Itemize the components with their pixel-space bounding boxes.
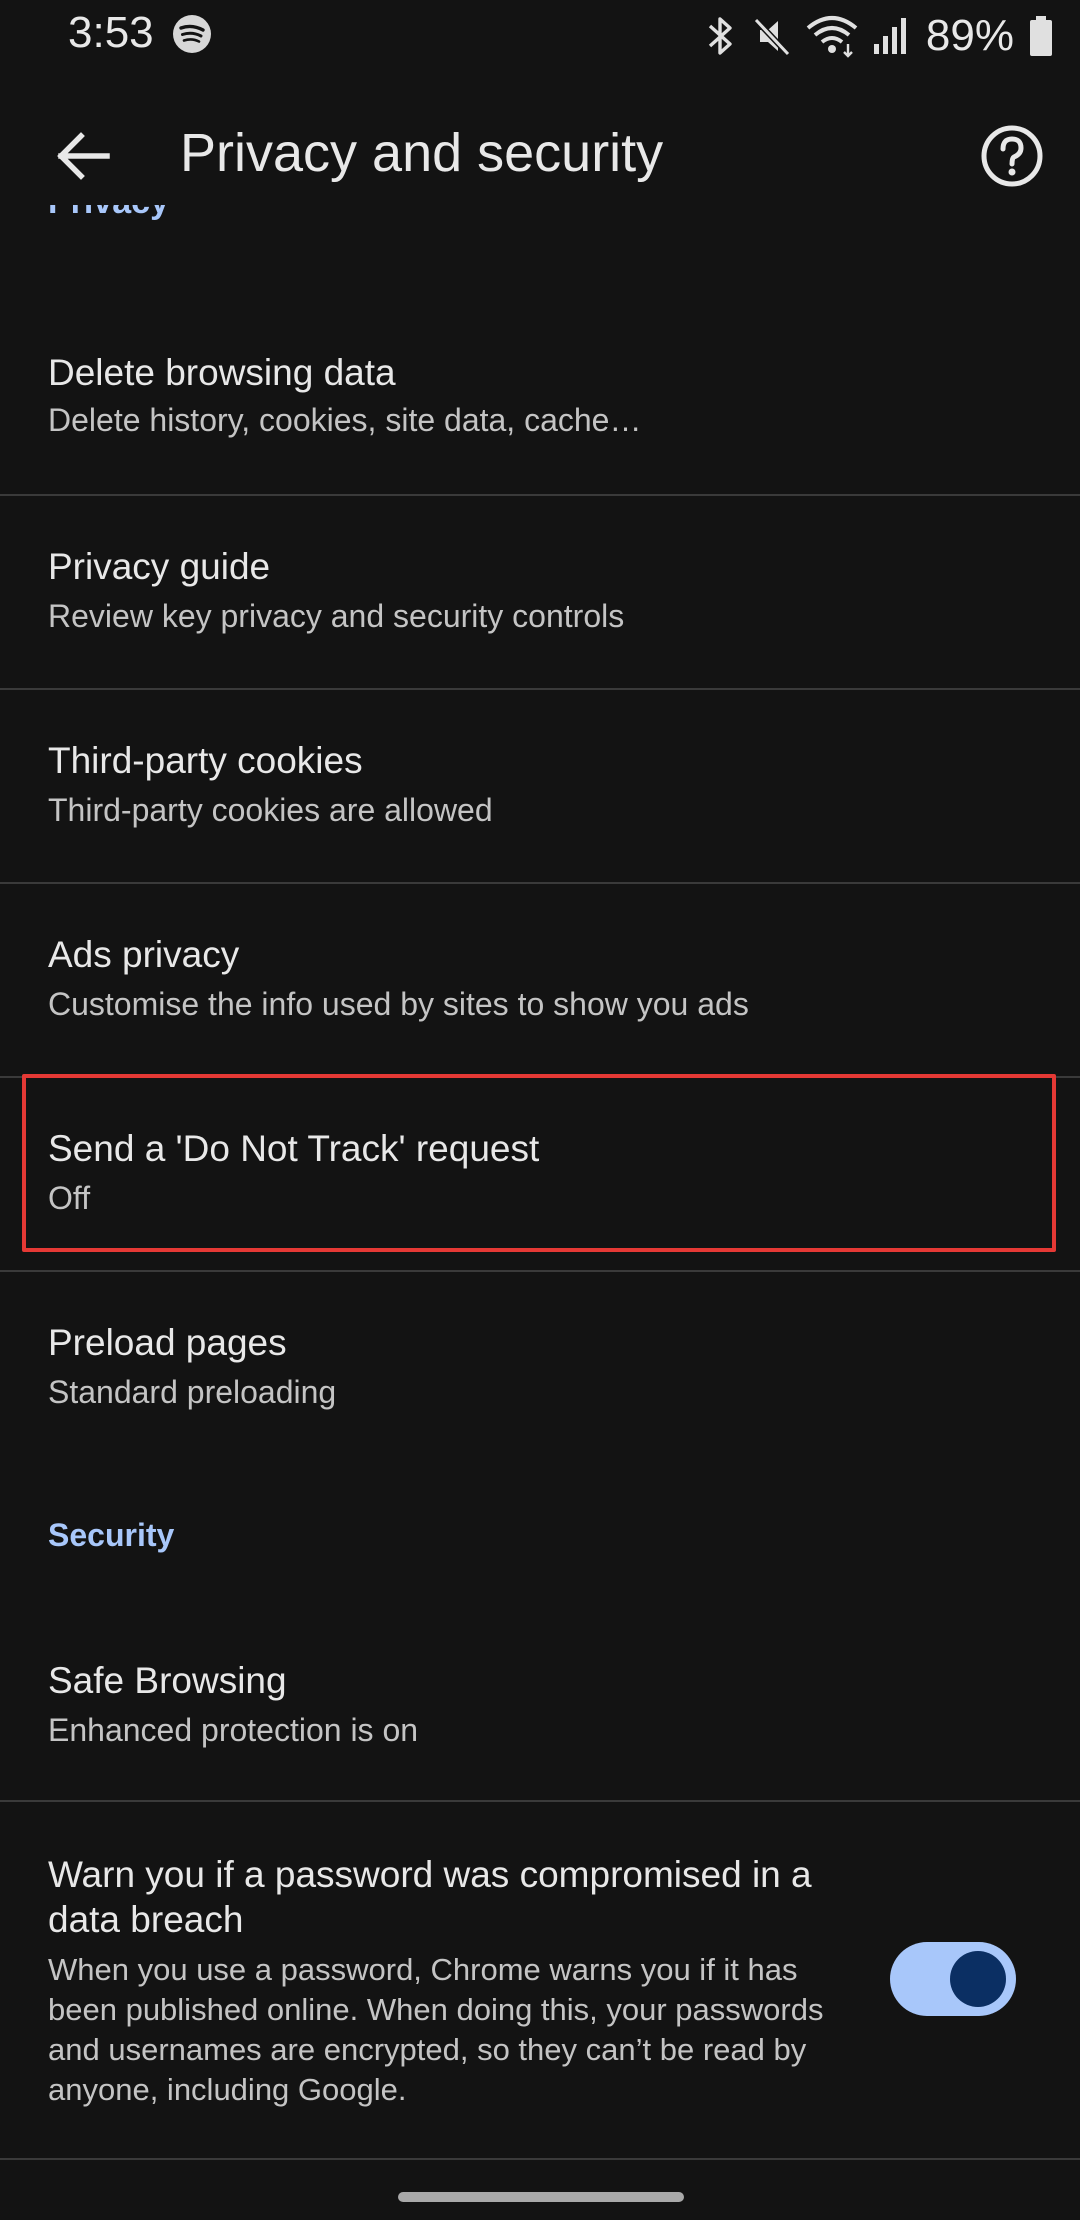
preload-pages-item[interactable]: Preload pages Standard preloading xyxy=(0,1272,1080,1464)
app-bar: Privacy and security xyxy=(0,100,1080,210)
item-subtitle: Review key privacy and security controls xyxy=(48,598,625,634)
signal-icon xyxy=(873,18,906,54)
password-warning-description: When you use a password, Chrome warns yo… xyxy=(48,1952,824,2107)
battery-icon xyxy=(1030,16,1052,56)
home-indicator[interactable] xyxy=(398,2192,684,2202)
security-section-header: Security xyxy=(48,1517,175,1553)
divider xyxy=(0,2158,1080,2160)
item-subtitle: Third-party cookies are allowed xyxy=(48,792,493,828)
status-time: 3:53 xyxy=(68,8,154,57)
back-button[interactable] xyxy=(38,120,128,192)
password-warning-title: Warn you if a password was compromised i… xyxy=(48,1854,812,1940)
wifi-icon xyxy=(806,16,858,58)
item-title: Delete browsing data xyxy=(48,352,396,393)
privacy-guide-item[interactable]: Privacy guide Review key privacy and sec… xyxy=(0,496,1080,688)
item-title: Ads privacy xyxy=(48,934,240,975)
toggle-knob xyxy=(950,1951,1006,2007)
page-title: Privacy and security xyxy=(180,123,664,183)
third-party-cookies-item[interactable]: Third-party cookies Third-party cookies … xyxy=(0,690,1080,882)
privacy-section-header: Privacy xyxy=(48,205,448,247)
bluetooth-icon xyxy=(708,17,732,55)
status-icons: 89% xyxy=(704,8,1054,64)
delete-browsing-data-item[interactable]: Delete browsing data Delete history, coo… xyxy=(0,310,1080,495)
status-bar: 3:53 89% xyxy=(0,0,1080,70)
highlight-box xyxy=(22,1074,1056,1252)
item-subtitle: Delete history, cookies, site data, cach… xyxy=(48,402,642,438)
safe-browsing-item[interactable]: Safe Browsing Enhanced protection is on xyxy=(0,1610,1080,1802)
item-subtitle: Enhanced protection is on xyxy=(48,1712,419,1748)
item-subtitle: Customise the info used by sites to show… xyxy=(48,986,749,1022)
mute-icon xyxy=(753,17,791,57)
item-title: Third-party cookies xyxy=(48,740,363,781)
ads-privacy-item[interactable]: Ads privacy Customise the info used by s… xyxy=(0,884,1080,1076)
help-button[interactable] xyxy=(974,118,1050,194)
item-subtitle: Standard preloading xyxy=(48,1374,337,1410)
battery-level: 89% xyxy=(925,11,1014,60)
item-title: Safe Browsing xyxy=(48,1660,287,1701)
item-title: Preload pages xyxy=(48,1322,287,1363)
password-warning-toggle[interactable] xyxy=(890,1942,1016,2016)
spotify-icon xyxy=(173,15,211,53)
item-title: Privacy guide xyxy=(48,546,271,587)
back-arrow-icon xyxy=(57,132,110,180)
help-icon xyxy=(981,125,1043,187)
